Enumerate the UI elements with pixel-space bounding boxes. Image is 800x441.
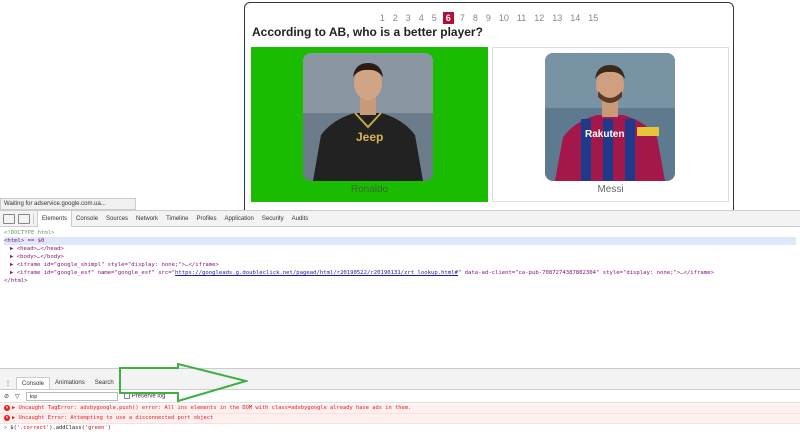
error-icon: × <box>4 414 10 421</box>
cmd-suffix: ).addClass( <box>49 425 85 431</box>
head-node-text: <head>…</head> <box>16 246 64 252</box>
drawer-tab-console[interactable]: Console <box>16 376 51 390</box>
annotation-arrow-icon <box>119 363 248 403</box>
page-link[interactable]: 12 <box>532 12 546 24</box>
tab-timeline[interactable]: Timeline <box>162 211 192 227</box>
svg-text:Rakuten: Rakuten <box>585 129 624 140</box>
page-link[interactable]: 2 <box>391 12 400 24</box>
page-link[interactable]: 11 <box>515 12 528 24</box>
error-icon: × <box>4 404 10 411</box>
page-link[interactable]: 5 <box>430 12 439 24</box>
body-node[interactable]: ▶ <body>…</body> <box>4 253 796 261</box>
browser-viewport: 1 2 3 4 5 6 7 8 9 10 11 12 13 14 15 According to AB, w… <box>0 0 800 218</box>
page-link[interactable]: 9 <box>484 12 493 24</box>
question-text: According to AB, who is a better player? <box>252 25 483 39</box>
devtools-tabbar: Elements Console Sources Network Timelin… <box>0 210 800 227</box>
page-link[interactable]: 15 <box>586 12 600 24</box>
head-node[interactable]: ▶ <head>…</head> <box>4 245 796 253</box>
option-label: Messi <box>597 184 624 195</box>
page-link[interactable]: 13 <box>550 12 564 24</box>
inspect-icon[interactable] <box>3 213 15 224</box>
html-close-node: </html> <box>4 278 28 284</box>
body-node-text: <body>…</body> <box>16 254 64 260</box>
cmd-selector: '.correct' <box>16 425 50 431</box>
drawer-tab-search[interactable]: Search <box>90 380 119 386</box>
device-toggle-icon[interactable] <box>18 213 30 224</box>
screen: 1 2 3 4 5 6 7 8 9 10 11 12 13 14 15 According to AB, w… <box>0 0 800 441</box>
context-select[interactable]: top <box>25 391 118 401</box>
iframe-node[interactable]: ▶ <iframe id="google_shimpl" style="disp… <box>4 261 796 269</box>
doctype-node[interactable]: <!DOCTYPE html> <box>4 229 796 237</box>
drawer-tab-animations[interactable]: Animations <box>50 380 90 386</box>
drawer-menu-icon[interactable]: ⋮ <box>0 380 16 387</box>
player-photo-ronaldo: Jeep <box>303 53 433 181</box>
answer-option-messi[interactable]: Rakuten Messi <box>492 47 729 202</box>
page-link-active[interactable]: 6 <box>442 12 454 24</box>
tab-profiles[interactable]: Profiles <box>193 211 221 227</box>
player-photo-messi: Rakuten <box>545 53 675 181</box>
tab-audits[interactable]: Audits <box>288 211 313 227</box>
quiz-card: 1 2 3 4 5 6 7 8 9 10 11 12 13 14 15 According to AB, w… <box>244 2 734 218</box>
iframe-src-link[interactable]: https://googleads.g.doubleclick.net/page… <box>175 270 458 276</box>
iframe-start: <iframe id="google_esf" name="google_esf… <box>16 270 176 276</box>
tab-network[interactable]: Network <box>132 211 162 227</box>
clear-console-icon[interactable]: ⊘ <box>4 393 9 400</box>
html-node[interactable]: <html> == $0 <box>4 237 796 245</box>
divider <box>33 213 34 224</box>
elements-tree: <!DOCTYPE html> <html> == $0 ▶ <head>…</… <box>0 227 800 287</box>
pagination: 1 2 3 4 5 6 7 8 9 10 11 12 13 14 15 <box>245 12 733 24</box>
page-link[interactable]: 8 <box>471 12 480 24</box>
page-link[interactable]: 3 <box>404 12 413 24</box>
cmd-arg: 'green' <box>84 425 108 431</box>
svg-text:Jeep: Jeep <box>356 130 383 144</box>
page-link[interactable]: 14 <box>568 12 582 24</box>
cmd-end: ) <box>107 425 111 431</box>
page-link[interactable]: 10 <box>497 12 511 24</box>
filter-icon[interactable]: ▽ <box>15 393 20 400</box>
tab-security[interactable]: Security <box>258 211 288 227</box>
iframe-node-text: <iframe id="google_shimpl" style="displa… <box>16 262 219 268</box>
tab-elements[interactable]: Elements <box>37 210 73 227</box>
iframe-end: " data-ad-client="ca-pub-708727438788230… <box>457 270 714 276</box>
page-link[interactable]: 7 <box>458 12 467 24</box>
tab-sources[interactable]: Sources <box>102 211 132 227</box>
status-bar: Waiting for adservice.google.com.ua... <box>0 198 136 210</box>
page-link[interactable]: 1 <box>378 12 387 24</box>
prompt-icon: > <box>4 425 8 431</box>
answer-option-ronaldo[interactable]: Jeep Ronaldo <box>251 47 488 202</box>
option-label: Ronaldo <box>350 184 389 195</box>
iframe-node[interactable]: ▶ <iframe id="google_esf" name="google_e… <box>4 269 796 277</box>
tab-application[interactable]: Application <box>221 211 258 227</box>
tab-console[interactable]: Console <box>72 211 102 227</box>
page-link[interactable]: 4 <box>417 12 426 24</box>
